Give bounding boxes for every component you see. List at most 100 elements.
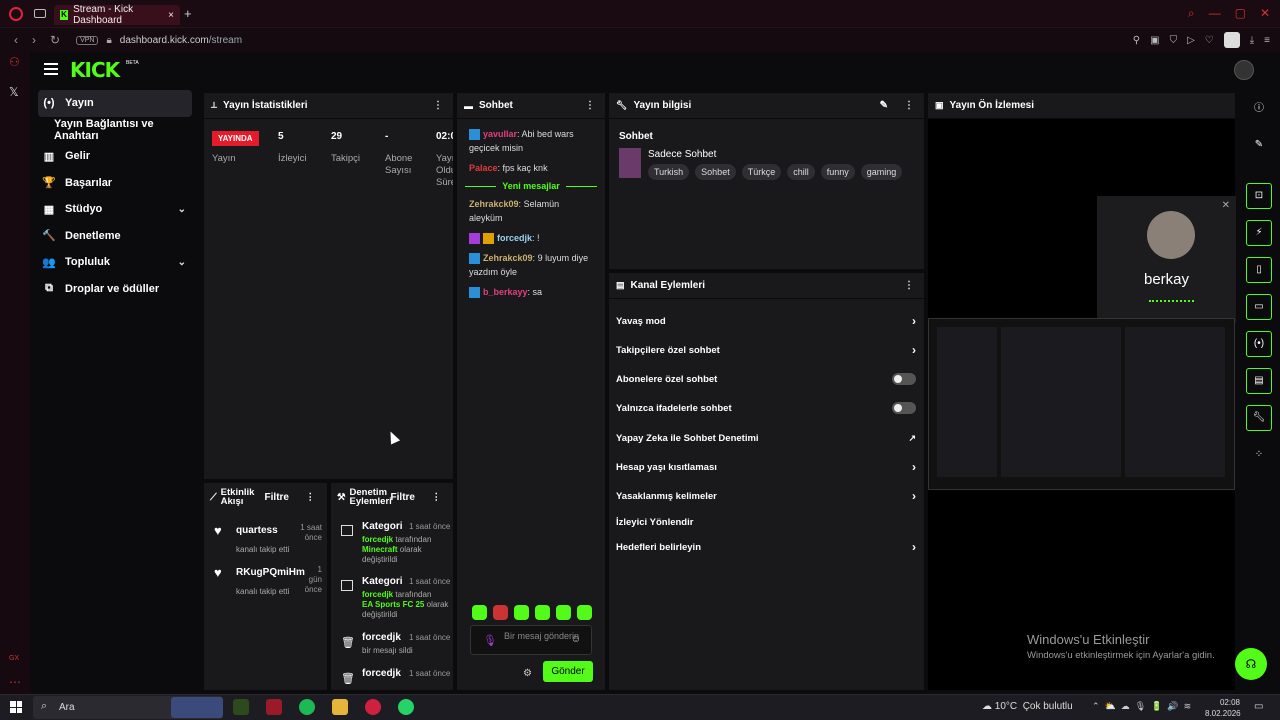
- minimize-icon[interactable]: —: [1209, 6, 1221, 21]
- nav-item-droplar[interactable]: ⧉ Droplar ve ödüller: [30, 276, 200, 303]
- taskbar-search[interactable]: ⌕ Ara: [33, 696, 223, 719]
- capture-icon[interactable]: ⊡: [1246, 183, 1272, 209]
- emote-icon[interactable]: [472, 605, 487, 620]
- menu-icon[interactable]: ≡: [1264, 35, 1270, 46]
- chat-username[interactable]: yavullar: [483, 129, 517, 139]
- close-tab-icon[interactable]: ×: [168, 10, 174, 21]
- clock[interactable]: 02:08 8.02.2026: [1205, 697, 1241, 719]
- nav-item-stream-key[interactable]: Yayın Bağlantısı ve Anahtarı: [30, 117, 200, 144]
- system-tray[interactable]: ⌃⛅☁🎙︎🔋🔊≋: [1092, 701, 1196, 712]
- gear-icon[interactable]: ⚙: [523, 668, 532, 679]
- hamburger-menu-icon[interactable]: [44, 63, 58, 75]
- new-tab-button[interactable]: +: [184, 6, 192, 21]
- emote-icon[interactable]: [577, 605, 592, 620]
- chat-username[interactable]: Palace: [469, 163, 498, 173]
- chat-username[interactable]: b_berkayy: [483, 287, 528, 297]
- document-icon[interactable]: ▯: [1246, 257, 1272, 283]
- shield-icon[interactable]: ⛉: [1170, 35, 1178, 46]
- more-options-icon[interactable]: ⋮: [904, 280, 914, 291]
- chat-message[interactable]: forcedjk: !: [457, 231, 605, 245]
- nav-item-yayin[interactable]: (•) Yayın: [38, 90, 192, 117]
- stream-preview-video[interactable]: [928, 318, 1235, 490]
- tag[interactable]: gaming: [860, 164, 903, 180]
- url-field[interactable]: dashboard.kick.com/stream: [120, 35, 242, 46]
- chat-message[interactable]: yavullar: Abi bed wars geçicek misin: [457, 127, 605, 155]
- more-options-icon[interactable]: ⋮: [306, 492, 316, 502]
- reload-icon[interactable]: ↻: [50, 33, 60, 47]
- edit-icon[interactable]: ✎: [880, 100, 888, 111]
- kick-logo[interactable]: KICK: [70, 58, 120, 82]
- chat-message[interactable]: Palace: fps kaç knk: [457, 161, 605, 175]
- search-icon[interactable]: ⌕: [1188, 6, 1195, 21]
- chat-message[interactable]: b_berkayy: sa: [457, 285, 605, 299]
- close-window-icon[interactable]: ✕: [1260, 6, 1270, 21]
- lightning-icon[interactable]: ⚡︎: [1246, 220, 1272, 246]
- tag[interactable]: chill: [787, 164, 815, 180]
- more-options-icon[interactable]: ⋮: [585, 100, 595, 111]
- profile-avatar[interactable]: [1223, 32, 1240, 48]
- broadcast-icon[interactable]: (•): [1246, 331, 1272, 357]
- toggle-switch[interactable]: [892, 373, 916, 385]
- event-user[interactable]: quartess: [236, 525, 278, 536]
- x-twitter-icon[interactable]: 𝕏: [9, 85, 19, 99]
- more-options-icon[interactable]: ⋮: [432, 492, 442, 502]
- opera-icon[interactable]: [365, 699, 381, 715]
- tag[interactable]: Turkish: [648, 164, 690, 180]
- emote-icon[interactable]: [556, 605, 571, 620]
- browser-tab-active[interactable]: K Stream - Kick Dashboard ×: [54, 4, 180, 26]
- opera-gx-taskbar-icon[interactable]: [266, 699, 282, 715]
- close-icon[interactable]: ✕: [1222, 200, 1230, 211]
- send-button[interactable]: Gönder: [543, 661, 593, 682]
- tag[interactable]: Sohbet: [695, 164, 736, 180]
- event-user[interactable]: RKugPQmiHm: [236, 567, 305, 578]
- action-host[interactable]: İzleyici Yönlendir: [616, 517, 916, 528]
- layout-icon[interactable]: ▤: [1246, 368, 1272, 394]
- action-account-age[interactable]: Hesap yaşı kısıtlaması ›: [616, 460, 916, 474]
- emote-icon[interactable]: [535, 605, 550, 620]
- chat-message[interactable]: Zehrakck09: Selamün aleyküm: [457, 197, 605, 225]
- play-icon[interactable]: ▷: [1187, 35, 1195, 46]
- filter-button[interactable]: Filtre: [391, 492, 415, 502]
- app-icon[interactable]: [233, 699, 249, 715]
- nav-item-studyo[interactable]: ▦ Stüdyo ⌄: [30, 196, 200, 223]
- chat-message[interactable]: Zehrakck09: 9 luyum diye yazdım öyle: [457, 251, 605, 279]
- user-avatar[interactable]: [1234, 60, 1254, 80]
- entry-actor[interactable]: forcedjk: [362, 590, 393, 599]
- whatsapp-icon[interactable]: [398, 699, 414, 715]
- action-banned-words[interactable]: Yasaklanmış kelimeler ›: [616, 489, 916, 503]
- action-ai-moderation[interactable]: Yapay Zeka ile Sohbet Denetimi ↗: [616, 433, 916, 444]
- drag-handle-icon[interactable]: ⁘: [1246, 443, 1272, 469]
- action-subscribers-only[interactable]: Abonelere özel sohbet: [616, 373, 916, 385]
- action-followers-only[interactable]: Takipçilere özel sohbet ›: [616, 343, 916, 357]
- tab-switcher-icon[interactable]: [34, 9, 46, 18]
- download-icon[interactable]: ⤓: [1250, 35, 1254, 46]
- notification-icon[interactable]: ▭: [1254, 701, 1263, 712]
- support-icon[interactable]: ☊: [1235, 648, 1267, 680]
- nav-item-denetleme[interactable]: 🔨 Denetleme: [30, 223, 200, 250]
- emote-icon[interactable]: [493, 605, 508, 620]
- spotify-icon[interactable]: [299, 699, 315, 715]
- gx-icon[interactable]: GX: [9, 655, 19, 662]
- chat-bubble-icon[interactable]: ▭: [1246, 294, 1272, 320]
- back-icon[interactable]: ‹: [14, 33, 18, 47]
- filter-button[interactable]: Filtre: [265, 492, 289, 502]
- more-options-icon[interactable]: ⋮: [433, 100, 443, 111]
- more-options-icon[interactable]: ⋮: [904, 100, 914, 111]
- snapshot-icon[interactable]: ▣: [1150, 35, 1159, 46]
- windows-start-icon[interactable]: [10, 701, 22, 713]
- chat-username[interactable]: Zehrakck09: [483, 253, 533, 263]
- action-emote-only[interactable]: Yalnızca ifadelerle sohbet: [616, 402, 916, 414]
- emoji-icon[interactable]: ☺: [571, 634, 581, 645]
- info-icon[interactable]: ⓘ: [1246, 97, 1272, 123]
- pin-icon[interactable]: ⚲: [1133, 35, 1140, 46]
- vpn-badge[interactable]: VPN: [76, 35, 99, 45]
- entry-actor[interactable]: forcedjk: [362, 535, 393, 544]
- nav-item-basarilar[interactable]: 🏆 Başarılar: [30, 170, 200, 197]
- tag[interactable]: funny: [820, 164, 855, 180]
- chat-input[interactable]: 🎙︎ Bir mesaj gönderin ☺: [470, 625, 592, 655]
- chat-username[interactable]: forcedjk: [497, 233, 532, 243]
- tag[interactable]: Türkçe: [741, 164, 782, 180]
- action-goals[interactable]: Hedefleri belirleyin ›: [616, 540, 916, 554]
- aria-icon[interactable]: ⚇: [9, 55, 20, 69]
- mic-icon[interactable]: 🎙︎: [483, 634, 497, 647]
